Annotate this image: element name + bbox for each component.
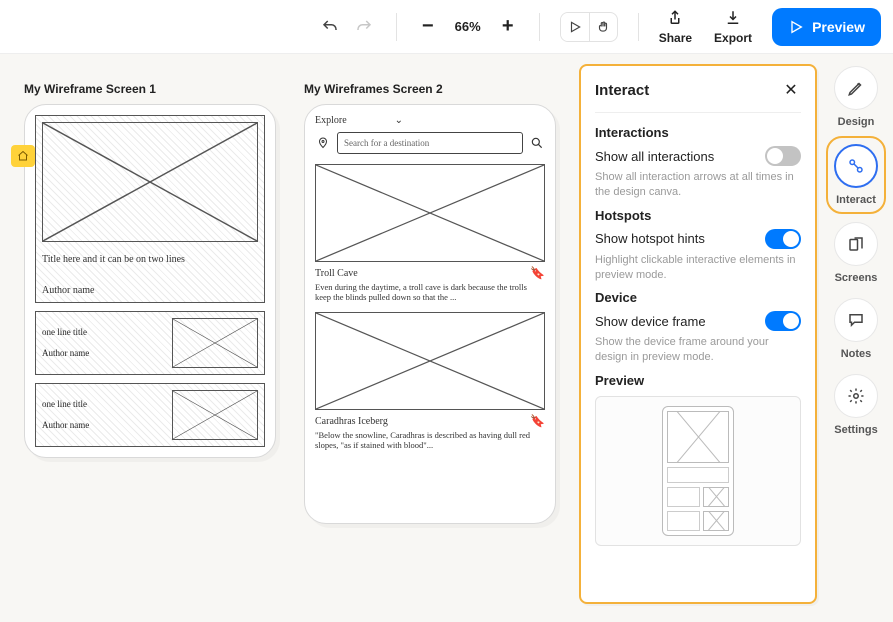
toggle-label: Show hotspot hints bbox=[595, 231, 705, 246]
search-row: Search for a destination bbox=[315, 132, 545, 154]
home-indicator-badge[interactable] bbox=[11, 145, 35, 167]
row-title: one line title bbox=[42, 326, 164, 340]
undo-button[interactable] bbox=[318, 15, 342, 39]
play-icon bbox=[788, 19, 804, 35]
nav-header: Explore ⌄ bbox=[315, 115, 545, 126]
share-button[interactable]: Share bbox=[659, 9, 692, 45]
preview-button[interactable]: Preview bbox=[772, 8, 881, 46]
row-title: one line title bbox=[42, 398, 164, 412]
show-device-frame-toggle[interactable] bbox=[765, 311, 801, 331]
image-placeholder bbox=[172, 390, 258, 440]
toggle-description: Show the device frame around your design… bbox=[595, 335, 801, 365]
device-frame-2[interactable]: Explore ⌄ Search for a destination Troll… bbox=[304, 104, 556, 524]
section-heading: Hotspots bbox=[595, 208, 801, 223]
rail-settings[interactable]: Settings bbox=[834, 374, 878, 436]
item-title: Troll Cave bbox=[315, 268, 358, 279]
hero-author: Author name bbox=[42, 285, 258, 296]
row-author: Author name bbox=[42, 419, 164, 433]
rail-design[interactable]: Design bbox=[834, 66, 878, 128]
rail-interact[interactable]: Interact bbox=[832, 142, 880, 208]
chevron-down-icon[interactable]: ⌄ bbox=[395, 115, 403, 126]
separator bbox=[396, 13, 397, 41]
export-label: Export bbox=[714, 31, 752, 45]
rail-screens[interactable]: Screens bbox=[834, 222, 878, 284]
item-title: Caradhras Iceberg bbox=[315, 416, 388, 427]
bookmark-icon[interactable]: 🔖 bbox=[530, 266, 545, 280]
mini-phone-preview bbox=[662, 406, 734, 536]
close-button[interactable]: ✕ bbox=[781, 80, 801, 100]
export-icon bbox=[724, 9, 742, 27]
search-icon[interactable] bbox=[529, 136, 545, 150]
toggle-label: Show device frame bbox=[595, 314, 706, 329]
list-item bbox=[667, 511, 729, 531]
list-item bbox=[667, 487, 729, 507]
nav-label: Explore bbox=[315, 115, 347, 126]
image-placeholder[interactable] bbox=[315, 164, 545, 262]
share-label: Share bbox=[659, 31, 692, 45]
item-desc: Even during the daytime, a troll cave is… bbox=[315, 282, 545, 302]
rail-label: Screens bbox=[835, 272, 878, 284]
hand-mode-button[interactable] bbox=[589, 13, 617, 41]
image-placeholder bbox=[172, 318, 258, 368]
redo-button[interactable] bbox=[352, 15, 376, 39]
hero-card[interactable]: Title here and it can be on two lines Au… bbox=[35, 115, 265, 303]
play-mode-button[interactable] bbox=[561, 13, 589, 41]
section-heading: Device bbox=[595, 290, 801, 305]
hero-title: Title here and it can be on two lines bbox=[42, 254, 258, 265]
toggle-description: Show all interaction arrows at all times… bbox=[595, 170, 801, 200]
separator bbox=[638, 13, 639, 41]
gear-icon bbox=[847, 387, 865, 405]
image-placeholder[interactable] bbox=[315, 312, 545, 410]
device-preview bbox=[595, 396, 801, 546]
home-icon bbox=[17, 150, 29, 162]
rail-notes[interactable]: Notes bbox=[834, 298, 878, 360]
location-pin-icon[interactable] bbox=[315, 136, 331, 150]
top-toolbar: − 66% + Share Export Preview bbox=[0, 0, 893, 54]
panel-title: Interact bbox=[595, 82, 649, 99]
row-author: Author name bbox=[42, 347, 164, 361]
separator bbox=[539, 13, 540, 41]
export-button[interactable]: Export bbox=[714, 9, 752, 45]
zoom-in-button[interactable]: + bbox=[497, 15, 519, 38]
item-desc: "Below the snowline, Caradhras is descri… bbox=[315, 430, 545, 450]
show-hotspot-hints-toggle[interactable] bbox=[765, 229, 801, 249]
section-heading: Interactions bbox=[595, 125, 801, 140]
pencil-icon bbox=[847, 79, 865, 97]
screen-title[interactable]: My Wireframe Screen 1 bbox=[24, 82, 276, 96]
right-sidebar: Design Interact Screens Notes Settings bbox=[825, 66, 887, 436]
list-item[interactable]: one line title Author name bbox=[35, 311, 265, 375]
device-frame-1[interactable]: Title here and it can be on two lines Au… bbox=[24, 104, 276, 458]
share-icon bbox=[666, 9, 684, 27]
interact-panel: Interact ✕ Interactions Show all interac… bbox=[579, 64, 817, 604]
toggle-description: Highlight clickable interactive elements… bbox=[595, 253, 801, 283]
zoom-out-button[interactable]: − bbox=[417, 15, 439, 38]
screens-icon bbox=[847, 235, 865, 253]
bookmark-icon[interactable]: 🔖 bbox=[530, 414, 545, 428]
show-all-interactions-toggle[interactable] bbox=[765, 146, 801, 166]
rail-label: Design bbox=[838, 116, 875, 128]
link-icon bbox=[847, 157, 865, 175]
chat-icon bbox=[847, 311, 865, 329]
rail-label: Settings bbox=[834, 424, 877, 436]
toggle-label: Show all interactions bbox=[595, 149, 714, 164]
rail-label: Interact bbox=[836, 194, 876, 206]
search-input[interactable]: Search for a destination bbox=[337, 132, 523, 154]
preview-label: Preview bbox=[812, 19, 865, 35]
section-heading: Preview bbox=[595, 373, 801, 388]
image-placeholder bbox=[667, 411, 729, 463]
zoom-level[interactable]: 66% bbox=[449, 19, 487, 34]
screen-title[interactable]: My Wireframes Screen 2 bbox=[304, 82, 556, 96]
rail-label: Notes bbox=[841, 348, 872, 360]
text-placeholder bbox=[667, 467, 729, 483]
list-item[interactable]: one line title Author name bbox=[35, 383, 265, 447]
image-placeholder bbox=[42, 122, 258, 242]
mode-segmented-control[interactable] bbox=[560, 12, 618, 42]
